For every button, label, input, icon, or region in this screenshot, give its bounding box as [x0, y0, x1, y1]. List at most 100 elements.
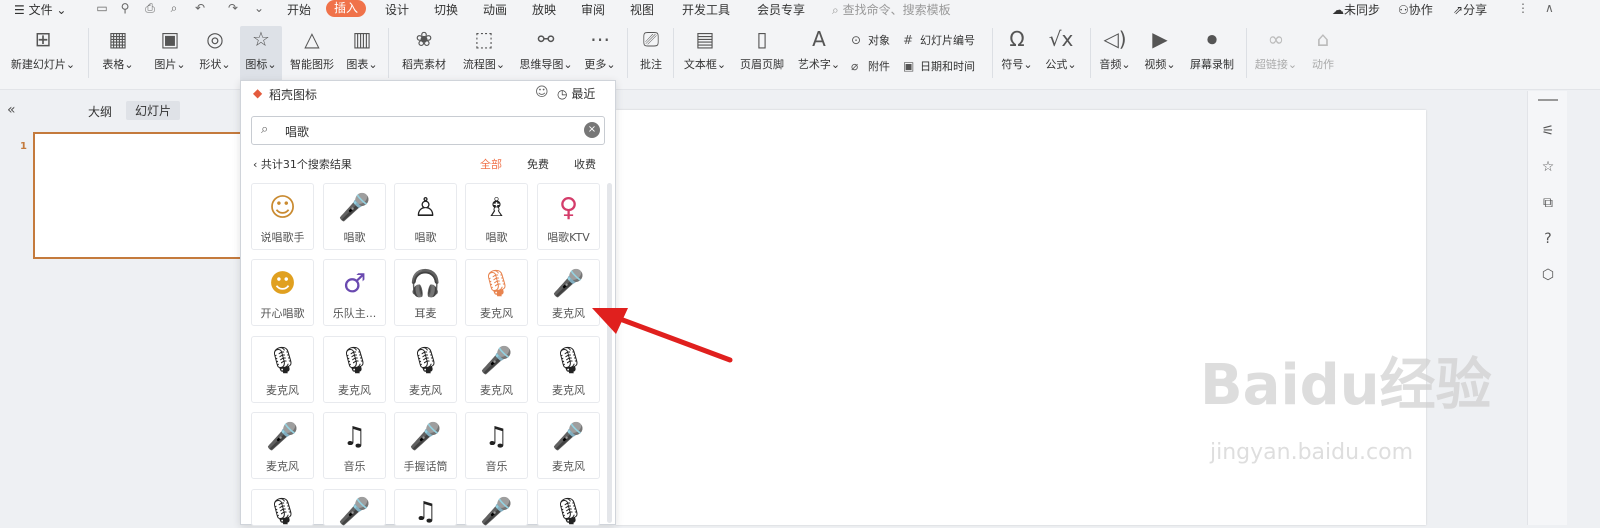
icon-result-tile-partial[interactable]: 🎤 [465, 489, 528, 527]
flowchart-button[interactable]: ⬚ 流程图⌄ [460, 26, 508, 72]
icon-result-tile-partial[interactable]: 🎙 [251, 489, 314, 527]
new-slide-button[interactable]: ⊞ 新建幻灯片⌄ [10, 26, 76, 72]
icon-result-tile[interactable]: 🎤 麦克风 [537, 412, 600, 479]
comment-button[interactable]: ⎚ 批注 [636, 26, 666, 72]
icon-result-tile[interactable]: 🎤 手握话筒 [394, 412, 457, 479]
icon-result-tile-partial[interactable]: 🎙 [537, 489, 600, 527]
icon-result-tile[interactable]: 🎙 麦克风 [394, 336, 457, 403]
help-icon[interactable]: ? [1540, 231, 1556, 247]
format-painter-icon[interactable]: ⚲ [118, 2, 132, 15]
cube-icon[interactable]: ⬡ [1540, 267, 1556, 283]
save-icon[interactable]: ▭ [95, 2, 109, 15]
clear-search-icon[interactable]: × [584, 122, 600, 138]
tab-slides[interactable]: 幻灯片 [126, 101, 181, 120]
icon-result-tile[interactable]: ♫ 音乐 [323, 412, 386, 479]
tab-review[interactable]: 审阅 [581, 1, 605, 18]
sync-status[interactable]: ☁未同步 [1332, 1, 1380, 18]
icon-result-tile[interactable]: 🎙 麦克风 [465, 259, 528, 326]
picture-button[interactable]: ▣ 图片⌄ [153, 26, 187, 72]
chart-button[interactable]: ▥ 图表⌄ [345, 26, 379, 72]
icon-search-box[interactable]: ⌕ 唱歌 × [251, 116, 605, 145]
icon-result-tile[interactable]: 🎙 麦克风 [323, 336, 386, 403]
watermark-url: jingyan.baidu.com [1210, 440, 1414, 465]
icon-result-tile-partial[interactable]: ♫ [394, 489, 457, 527]
icon-result-tile[interactable]: 🎤 麦克风 [251, 412, 314, 479]
filter-all[interactable]: 全部 [480, 156, 502, 172]
picture-icon: ▣ [160, 27, 180, 51]
icon-result-tile[interactable]: ☺ 说唱歌手 [251, 183, 314, 250]
datetime-button[interactable]: ▣ 日期和时间 [903, 58, 975, 74]
slide-thumbnail[interactable] [33, 132, 243, 259]
copy-icon[interactable]: ⧉ [1540, 195, 1556, 211]
tab-outline[interactable]: 大纲 [88, 103, 112, 120]
customize-dropdown-icon[interactable]: ⌄ [252, 2, 266, 15]
filter-free[interactable]: 免费 [527, 156, 549, 172]
star-icon[interactable]: ☆ [1540, 159, 1556, 175]
icon-result-tile[interactable]: ♫ 音乐 [465, 412, 528, 479]
tab-animation[interactable]: 动画 [483, 1, 507, 18]
textbox-button[interactable]: ▤ 文本框⌄ [682, 26, 728, 72]
attachment-button[interactable]: ⌀ 附件 [851, 58, 890, 74]
feedback-icon[interactable]: ☺ [535, 85, 549, 100]
screen-record-button[interactable]: ⏺ 屏幕录制 [1187, 26, 1237, 72]
mindmap-button[interactable]: ⚯ 思维导图⌄ [517, 26, 575, 72]
tab-member[interactable]: 会员专享 [757, 1, 805, 18]
more-options-icon[interactable]: ⋮ [1517, 1, 1529, 15]
icon-result-tile[interactable]: ♙ 唱歌 [394, 183, 457, 250]
icon-result-tile[interactable]: ♂ 乐队主... [323, 259, 386, 326]
recent-button[interactable]: ◷ 最近 [557, 85, 595, 102]
print-icon[interactable]: ⎙ [143, 2, 157, 15]
hyperlink-button[interactable]: ∞ 超链接⌄ [1254, 26, 1298, 72]
tab-slideshow[interactable]: 放映 [532, 1, 556, 18]
icon-result-label: 麦克风 [266, 384, 299, 397]
collapse-ribbon-icon[interactable]: ∧ [1545, 1, 1554, 15]
file-menu[interactable]: ☰ 文件 ⌄ [14, 1, 66, 18]
symbol-button[interactable]: Ω 符号⌄ [1000, 26, 1034, 72]
more-button[interactable]: ⋯ 更多⌄ [582, 26, 618, 72]
collapse-pane-icon[interactable]: « [7, 102, 16, 118]
settings-sliders-icon[interactable]: ⚟ [1540, 123, 1556, 139]
undo-icon[interactable]: ↶ [193, 2, 207, 15]
tab-transition[interactable]: 切换 [434, 1, 458, 18]
print-preview-icon[interactable]: ⌕ [167, 2, 181, 15]
action-button[interactable]: ⌂ 动作 [1308, 26, 1338, 72]
collab-button[interactable]: ⚇协作 [1398, 1, 1433, 18]
share-button[interactable]: ⇗分享 [1453, 1, 1487, 18]
tab-view[interactable]: 视图 [630, 1, 654, 18]
tab-developer[interactable]: 开发工具 [682, 1, 730, 18]
table-button[interactable]: ▦ 表格⌄ [98, 26, 138, 72]
smartart-button[interactable]: △ 智能图形 [287, 26, 337, 72]
icon-result-tile[interactable]: 🎤 麦克风 [465, 336, 528, 403]
icon-button[interactable]: ☆ 图标⌄ [240, 26, 282, 84]
tab-insert[interactable]: 插入 [326, 0, 367, 17]
hand-mic-icon: 🎤 [409, 422, 442, 452]
icon-result-tile[interactable]: 🎤 唱歌 [323, 183, 386, 250]
slide-number-button[interactable]: # 幻灯片编号 [903, 32, 975, 48]
icon-result-tile-partial[interactable]: 🎤 [323, 489, 386, 527]
audio-button[interactable]: ◁) 音频⌄ [1097, 26, 1133, 72]
icon-result-label: 唱歌KTV [547, 231, 590, 244]
object-button[interactable]: ⊙ 对象 [851, 32, 890, 48]
back-results[interactable]: ‹ 共计31个搜索结果 [253, 156, 352, 172]
music-dish-icon: ♫ [342, 422, 367, 452]
formula-button[interactable]: √x 公式⌄ [1043, 26, 1079, 72]
tab-start[interactable]: 开始 [287, 1, 311, 18]
filter-paid[interactable]: 收费 [574, 156, 596, 172]
textbox-icon: ▤ [695, 27, 715, 51]
icon-search-input[interactable]: 唱歌 [285, 123, 309, 140]
icon-result-tile[interactable]: ☻ 开心唱歌 [251, 259, 314, 326]
stock-material-button[interactable]: ❀ 稻壳素材 [398, 26, 450, 72]
icon-result-tile[interactable]: 🎙 麦克风 [251, 336, 314, 403]
screen-record-label: 屏幕录制 [1190, 58, 1234, 71]
command-search[interactable]: ⌕ 查找命令、搜索模板 [832, 1, 951, 18]
icon-result-tile[interactable]: 🎧 耳麦 [394, 259, 457, 326]
header-footer-button[interactable]: ▯ 页眉页脚 [737, 26, 787, 72]
wordart-button[interactable]: A 艺术字⌄ [796, 26, 842, 72]
icon-result-tile[interactable]: ♀ 唱歌KTV [537, 183, 600, 250]
shape-button[interactable]: ◎ 形状⌄ [196, 26, 234, 72]
redo-icon[interactable]: ↷ [226, 2, 240, 15]
tab-design[interactable]: 设计 [385, 1, 409, 18]
sidebar-handle[interactable] [1538, 99, 1558, 101]
video-button[interactable]: ▶ 视频⌄ [1142, 26, 1178, 72]
icon-result-tile[interactable]: ♗ 唱歌 [465, 183, 528, 250]
